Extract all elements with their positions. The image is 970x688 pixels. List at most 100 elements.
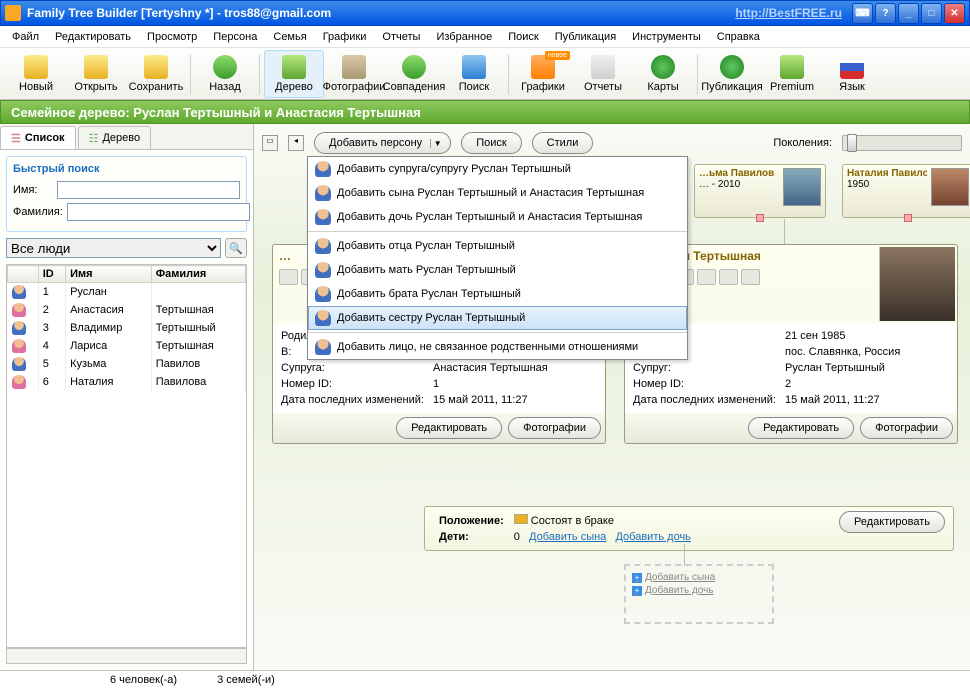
Язык-icon: [840, 55, 864, 79]
edit-marriage-button[interactable]: Редактировать: [839, 511, 945, 533]
name-input[interactable]: [57, 181, 240, 199]
toolbar-Фотографии[interactable]: Фотографии: [324, 50, 384, 98]
table-row[interactable]: 6НаталияПавилова: [8, 373, 246, 391]
menu-Семья[interactable]: Семья: [267, 29, 312, 45]
column-header[interactable]: [8, 266, 39, 283]
toolbar-Графики[interactable]: Графикиновое: [513, 50, 573, 98]
menu-Инструменты[interactable]: Инструменты: [626, 29, 707, 45]
add-person-button[interactable]: Добавить персону▼: [314, 132, 451, 154]
surname-input[interactable]: [67, 203, 250, 221]
edit-button[interactable]: Редактировать: [748, 417, 854, 439]
rings-icon: [514, 514, 528, 524]
person-icon: [12, 357, 26, 371]
table-row[interactable]: 2АнастасияТертышная: [8, 301, 246, 319]
dropdown-item[interactable]: Добавить мать Руслан Тертышный: [308, 258, 687, 282]
search-button[interactable]: Поиск: [461, 132, 521, 154]
photos-button[interactable]: Фотографии: [508, 417, 601, 439]
dropdown-item[interactable]: Добавить дочь Руслан Тертышный и Анастас…: [308, 205, 687, 229]
column-header[interactable]: ID: [38, 266, 65, 283]
card-tool-icon[interactable]: [719, 269, 738, 285]
toolbar-Назад[interactable]: Назад: [195, 50, 255, 98]
dropdown-item[interactable]: Добавить отца Руслан Тертышный: [308, 234, 687, 258]
search-icon[interactable]: 🔍: [225, 238, 247, 258]
chevron-down-icon[interactable]: ▼: [430, 139, 444, 148]
dropdown-item[interactable]: Добавить брата Руслан Тертышный: [308, 282, 687, 306]
ancestor-card[interactable]: …ьма Павилов… - 2010: [694, 164, 826, 218]
connector-dot: [904, 214, 912, 222]
person-photo[interactable]: [879, 247, 955, 321]
menu-Персона[interactable]: Персона: [207, 29, 263, 45]
edit-button[interactable]: Редактировать: [396, 417, 502, 439]
card-tool-icon[interactable]: [741, 269, 760, 285]
table-row[interactable]: 4ЛарисаТертышная: [8, 337, 246, 355]
Совпадения-icon: [402, 55, 426, 79]
menu-Публикация[interactable]: Публикация: [549, 29, 622, 45]
toolbar-Совпадения[interactable]: Совпадения: [384, 50, 444, 98]
toolbar-Новый[interactable]: Новый: [6, 50, 66, 98]
children-placeholder: +Добавить сына +Добавить дочь: [624, 564, 774, 624]
field-value: Руслан Тертышный: [785, 361, 949, 375]
toolbar-Premium[interactable]: Premium: [762, 50, 822, 98]
people-filter-select[interactable]: Все люди: [6, 238, 221, 258]
site-link[interactable]: http://BestFREE.ru: [735, 6, 842, 20]
photos-button[interactable]: Фотографии: [860, 417, 953, 439]
toolbar-Публикация[interactable]: Публикация: [702, 50, 762, 98]
add-son-link[interactable]: +Добавить сына: [632, 572, 766, 583]
table-row[interactable]: 5КузьмаПавилов: [8, 355, 246, 373]
menu-Просмотр[interactable]: Просмотр: [141, 29, 203, 45]
toolbar-label: Публикация: [701, 81, 762, 93]
Назад-icon: [213, 55, 237, 79]
name-label: Имя:: [13, 184, 53, 196]
table-row[interactable]: 1Руслан: [8, 283, 246, 302]
toolbar-Язык[interactable]: Язык: [822, 50, 882, 98]
add-daughter-link[interactable]: +Добавить дочь: [632, 585, 766, 596]
menu-Справка[interactable]: Справка: [711, 29, 766, 45]
toolbar-Поиск[interactable]: Поиск: [444, 50, 504, 98]
toolbar-label: Premium: [770, 81, 814, 93]
menu-Файл[interactable]: Файл: [6, 29, 45, 45]
toolbar-Дерево[interactable]: Дерево: [264, 50, 324, 98]
menu-Поиск[interactable]: Поиск: [502, 29, 544, 45]
styles-button[interactable]: Стили: [532, 132, 594, 154]
menu-Избранное[interactable]: Избранное: [430, 29, 498, 45]
card-tool-icon[interactable]: [697, 269, 716, 285]
quick-search-title: Быстрый поиск: [13, 163, 240, 175]
toolbar-Открыть[interactable]: Открыть: [66, 50, 126, 98]
maximize-button[interactable]: □: [921, 3, 942, 24]
toolbar-Отчеты[interactable]: Отчеты: [573, 50, 633, 98]
toolbar-Карты[interactable]: Карты: [633, 50, 693, 98]
add-daughter-link[interactable]: Добавить дочь: [615, 531, 690, 543]
marriage-box: Положение: Состоят в браке Дети: 0 Добав…: [424, 506, 954, 551]
close-button[interactable]: ✕: [944, 3, 965, 24]
dropdown-item[interactable]: Добавить сестру Руслан Тертышный: [308, 306, 687, 330]
generations-slider[interactable]: [842, 135, 962, 151]
children-count: 0: [514, 531, 520, 543]
menu-Редактировать[interactable]: Редактировать: [49, 29, 137, 45]
tab-list[interactable]: ☰Список: [0, 126, 76, 149]
canvas-controls: ▭ ◂ Добавить персону▼ Поиск Стили Поколе…: [262, 132, 962, 154]
add-son-link[interactable]: Добавить сына: [529, 531, 606, 543]
keyboard-button[interactable]: ⌨: [852, 3, 873, 24]
ancestor-card[interactable]: Наталия Павилова1950: [842, 164, 970, 218]
Карты-icon: [651, 55, 675, 79]
tree-title-header: Семейное дерево: Руслан Тертышный и Анас…: [0, 100, 970, 124]
menu-Графики[interactable]: Графики: [317, 29, 373, 45]
column-header[interactable]: Имя: [66, 266, 152, 283]
dropdown-item[interactable]: Добавить супруга/супругу Руслан Тертышны…: [308, 157, 687, 181]
field-label: Супруга:: [281, 361, 431, 375]
tab-tree[interactable]: ☷Дерево: [78, 126, 152, 149]
menu-Отчеты[interactable]: Отчеты: [376, 29, 426, 45]
toolbar-Сохранить[interactable]: Сохранить: [126, 50, 186, 98]
horizontal-scrollbar[interactable]: [6, 648, 247, 664]
dropdown-item[interactable]: Добавить лицо, не связанное родственными…: [308, 335, 687, 359]
dropdown-item[interactable]: Добавить сына Руслан Тертышный и Анастас…: [308, 181, 687, 205]
help-button[interactable]: ?: [875, 3, 896, 24]
column-header[interactable]: Фамилия: [151, 266, 245, 283]
field-value: 15 май 2011, 11:27: [785, 393, 949, 407]
card-tool-icon[interactable]: [279, 269, 298, 285]
minimize-button[interactable]: _: [898, 3, 919, 24]
table-row[interactable]: 3ВладимирТертышный: [8, 319, 246, 337]
view-toggle-1[interactable]: ▭: [262, 135, 278, 151]
person-icon: [12, 339, 26, 353]
view-toggle-2[interactable]: ◂: [288, 135, 304, 151]
